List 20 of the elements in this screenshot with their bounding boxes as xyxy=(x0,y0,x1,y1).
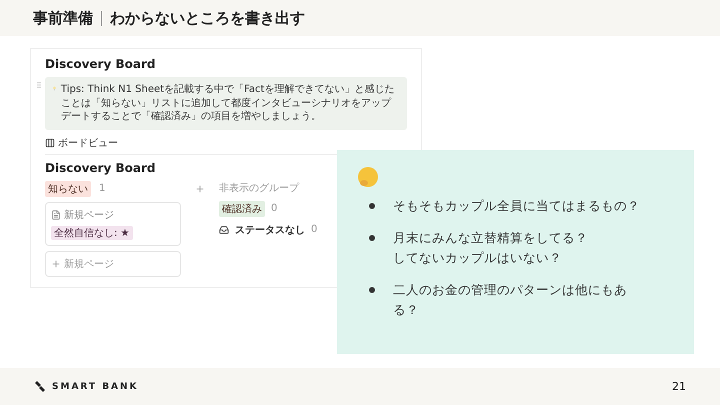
brand-name: SMART BANK xyxy=(52,382,139,392)
count: 0 xyxy=(271,203,278,214)
count: 0 xyxy=(311,224,318,235)
question-text: 二人のお金の管理のパターンは他にもある？ xyxy=(393,281,628,319)
slide-title: 事前準備 xyxy=(33,8,93,28)
page-title: Discovery Board xyxy=(45,57,156,71)
slide-subtitle: わからないところを書き出す xyxy=(110,8,305,28)
board-title: Discovery Board xyxy=(45,160,156,174)
hidden-groups-label: 非表示のグループ xyxy=(219,182,300,194)
tips-text: Tips: Think N1 Sheetを記載する中で「Factを理解できてない」と感じたことは「知らない」リストに追加して都度インタビューシナリオをアップデートすることで「確認済み」の項目を増やしましょう。 xyxy=(60,83,396,124)
property-tag: 全然自信なし: ★ xyxy=(51,226,133,240)
group-label: ステータスなし xyxy=(235,224,305,236)
page-number: 21 xyxy=(672,380,686,393)
status-tag: 確認済み xyxy=(219,200,265,216)
card-title: 新規ページ xyxy=(64,208,114,222)
question-text: そもそもカップル全員に当てはまるもの？ xyxy=(393,197,641,215)
status-tag: 知らない xyxy=(45,180,91,196)
count: 1 xyxy=(99,183,106,194)
board-card[interactable]: 新規ページ 全然自信なし: ★ xyxy=(45,202,181,246)
question-text: 月末にみんな立替精算をしてる？ してないカップルはいない？ xyxy=(393,229,589,267)
